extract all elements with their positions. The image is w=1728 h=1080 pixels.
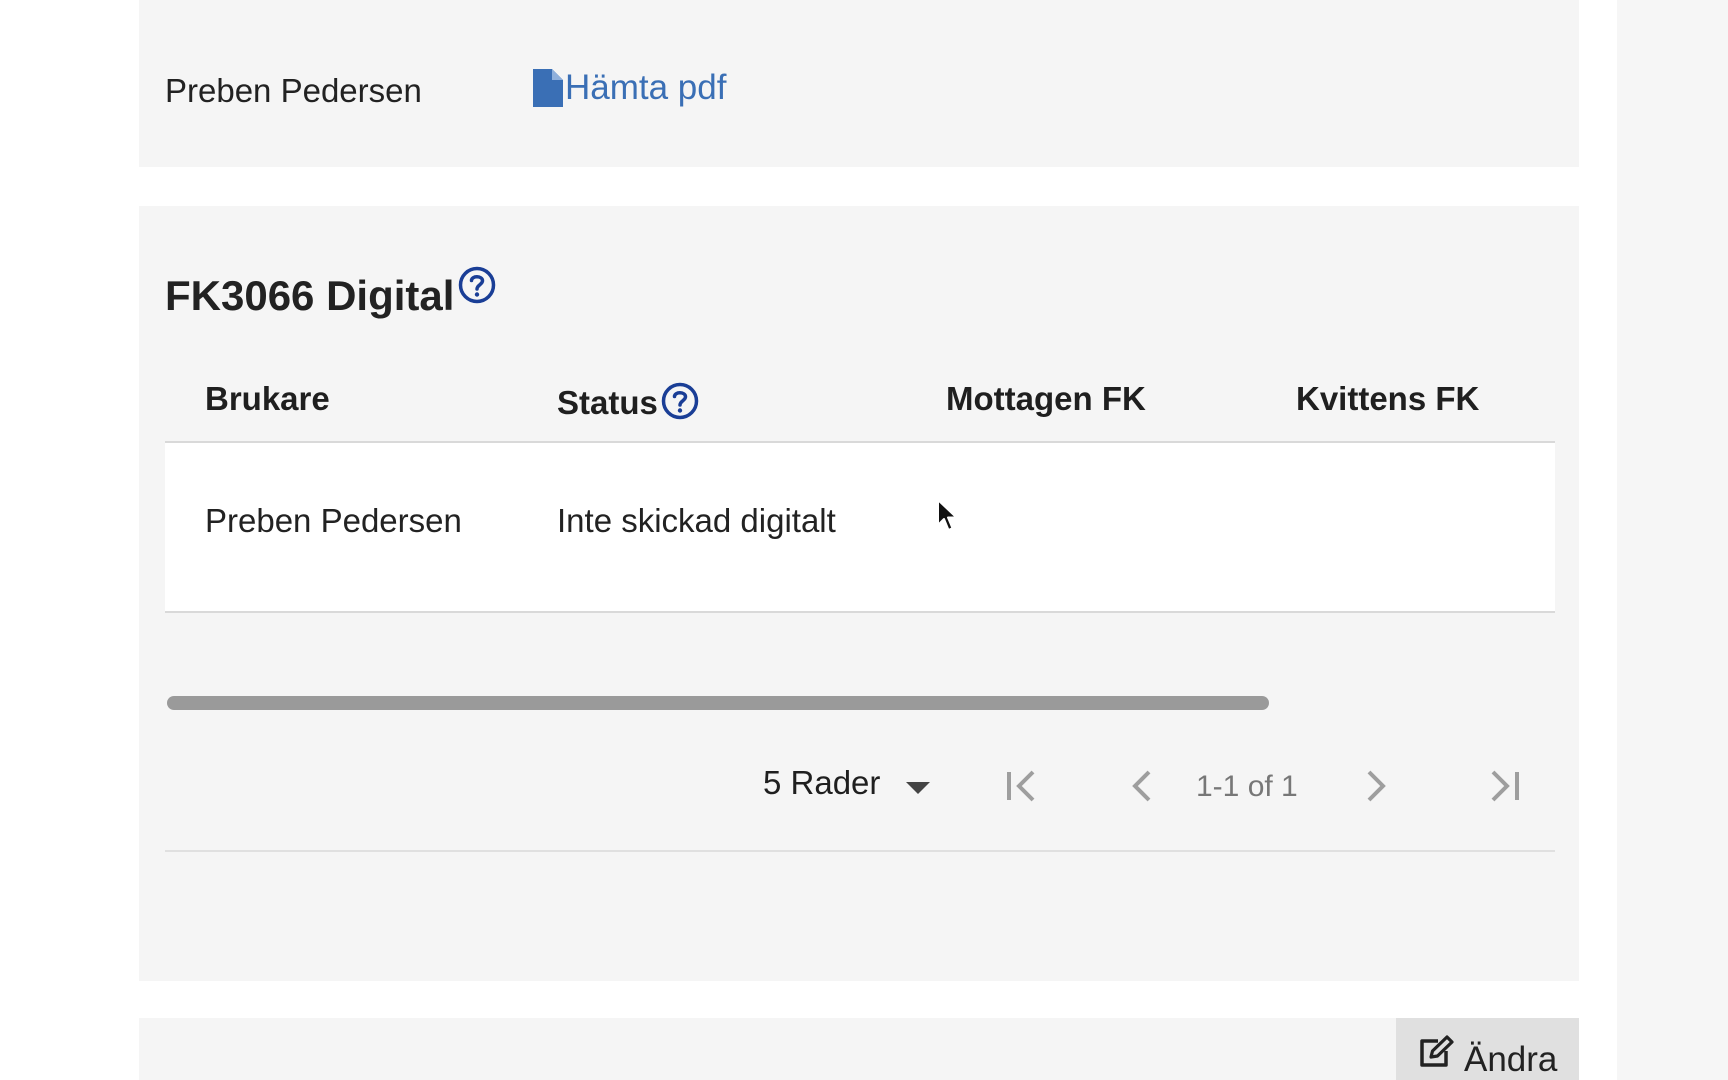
rows-per-page-select[interactable]: 5 Rader [763, 764, 931, 802]
status-help-icon[interactable] [661, 382, 699, 420]
section-title-text: FK3066 Digital [165, 272, 455, 319]
edit-icon [1418, 1035, 1454, 1080]
first-page-icon[interactable] [1003, 766, 1043, 806]
bottom-card: Ändra [139, 1018, 1579, 1080]
caret-down-icon [906, 764, 931, 802]
table-header: Brukare Status Mottagen FK Kvittens FK [165, 356, 1555, 443]
page: Preben Pedersen Hämta pdf FK3066 Digital [0, 0, 1728, 1080]
cell-brukare: Preben Pedersen [205, 502, 462, 539]
rows-per-page-value: 5 Rader [763, 764, 881, 801]
column-header-mottagen-fk[interactable]: Mottagen FK [946, 380, 1146, 418]
fk3066-card: FK3066 Digital Brukare Status Mottagen F… [139, 206, 1579, 981]
table-row[interactable]: Preben Pedersen Inte skickad digitalt [165, 443, 1555, 613]
mouse-cursor-icon [937, 499, 958, 531]
column-header-kvittens-fk[interactable]: Kvittens FK [1296, 380, 1479, 418]
download-pdf-label: Hämta pdf [565, 68, 727, 107]
next-page-icon[interactable] [1355, 766, 1395, 806]
pdf-card: Preben Pedersen Hämta pdf [139, 0, 1579, 167]
question-circle-icon[interactable] [458, 266, 496, 304]
edit-button[interactable]: Ändra [1396, 1018, 1579, 1080]
right-gutter [1617, 0, 1728, 1080]
column-header-brukare[interactable]: Brukare [205, 380, 330, 418]
previous-page-icon[interactable] [1123, 766, 1163, 806]
column-header-status[interactable]: Status [557, 372, 699, 422]
file-icon [533, 69, 563, 107]
last-page-icon[interactable] [1483, 766, 1523, 806]
column-header-status-label: Status [557, 384, 658, 421]
page-info: 1-1 of 1 [1196, 770, 1298, 803]
pagination-bar: 5 Rader 1-1 of 1 [165, 746, 1555, 852]
edit-button-label: Ändra [1464, 1040, 1558, 1079]
section-title: FK3066 Digital [165, 266, 496, 320]
cell-status: Inte skickad digitalt [557, 502, 836, 539]
horizontal-scrollbar[interactable] [167, 696, 1269, 710]
pdf-card-user-name: Preben Pedersen [165, 72, 422, 109]
download-pdf-link[interactable]: Hämta pdf [533, 68, 726, 108]
